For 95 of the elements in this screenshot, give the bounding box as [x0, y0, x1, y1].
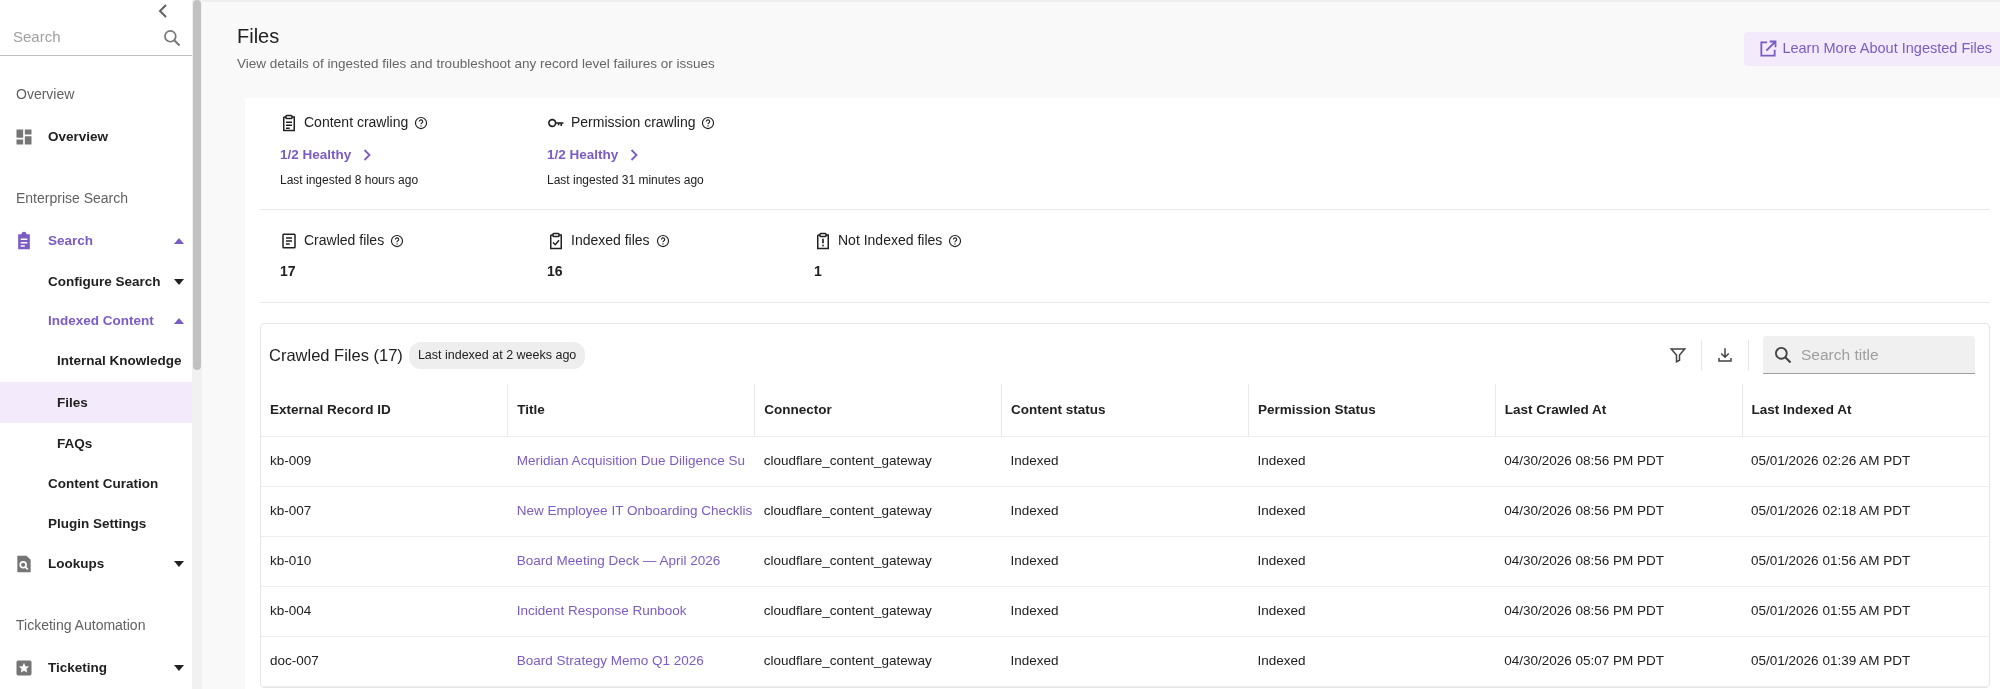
chevron-left-icon: [158, 4, 168, 18]
table-cell: 04/30/2026 08:56 PM PDT: [1495, 586, 1743, 637]
column-header[interactable]: External Record ID: [261, 384, 508, 437]
title-link[interactable]: Incident Response Runbook: [507, 586, 755, 637]
title-link[interactable]: New Employee IT Onboarding Checklis: [507, 486, 755, 537]
column-header[interactable]: Permission Status: [1248, 384, 1496, 437]
table-cell: 04/30/2026 08:56 PM PDT: [1495, 486, 1743, 537]
learn-more-button[interactable]: Learn More About Ingested Files: [1744, 32, 2000, 66]
last-indexed-badge: Last indexed at 2 weeks ago: [408, 341, 586, 369]
table-cell: 05/01/2026 02:26 AM PDT: [1742, 436, 1989, 487]
title-link[interactable]: Board Meeting Deck — April 2026: [507, 536, 755, 587]
document-search-icon: [14, 554, 34, 575]
filter-icon: [1669, 346, 1687, 365]
table-cell: kb-009: [261, 436, 508, 487]
table-cell: Indexed: [1001, 636, 1249, 687]
table-cell: 05/01/2026 01:39 AM PDT: [1742, 636, 1989, 687]
table-cell: Indexed: [1001, 536, 1249, 587]
title-link[interactable]: Meridian Acquisition Due Diligence Su: [507, 436, 755, 487]
search-field[interactable]: Search title: [1763, 336, 1975, 375]
column-header[interactable]: Title: [507, 384, 755, 437]
table-cell: kb-010: [261, 536, 508, 587]
stat-label: Not Indexed files: [838, 231, 943, 251]
collapse-button[interactable]: [158, 4, 168, 18]
search-field[interactable]: Search: [0, 22, 192, 56]
table-cell: 04/30/2026 05:07 PM PDT: [1495, 636, 1743, 687]
health-link[interactable]: 1/2 Healthy: [280, 145, 372, 166]
sidebar-item[interactable]: Content Curation: [0, 464, 192, 505]
scrollbar[interactable]: [192, 0, 202, 689]
page-title: Files: [237, 24, 281, 48]
table-cell: cloudflare_content_gateway: [754, 636, 1002, 687]
title-link[interactable]: Board Strategy Memo Q1 2026: [507, 636, 755, 687]
last-ingested-text: Last ingested 8 hours ago: [280, 172, 420, 190]
table-cell: Indexed: [1001, 436, 1249, 487]
table-cell: Indexed: [1248, 436, 1496, 487]
document-lines-icon: [280, 231, 298, 250]
table-cell: Indexed: [1248, 636, 1496, 687]
count-value: 16: [547, 262, 564, 282]
sidebar-item[interactable]: Internal Knowledge: [0, 340, 192, 383]
sidebar-item[interactable]: Files: [0, 382, 192, 424]
chevron-right-icon: [630, 149, 639, 162]
table-cell: cloudflare_content_gateway: [754, 586, 1002, 637]
help-icon[interactable]: [414, 115, 429, 130]
alert-clipboard-icon: [814, 231, 832, 250]
help-icon[interactable]: [655, 233, 670, 248]
external-link-icon: [1758, 38, 1779, 59]
sidebar-item[interactable]: Ticketing: [0, 647, 192, 689]
table-cell: 04/30/2026 08:56 PM PDT: [1495, 436, 1743, 487]
table-cell: Indexed: [1001, 586, 1249, 637]
section-heading: Overview: [15, 84, 76, 104]
table-cell: Indexed: [1248, 586, 1496, 637]
table-cell: kb-007: [261, 486, 508, 537]
clipboard-check-icon: [547, 231, 565, 250]
last-ingested-text: Last ingested 31 minutes ago: [547, 172, 705, 190]
table-cell: cloudflare_content_gateway: [754, 436, 1002, 487]
stat-label: Content crawling: [304, 113, 409, 132]
column-header[interactable]: Last Indexed At: [1742, 384, 1989, 437]
help-icon[interactable]: [390, 233, 405, 248]
table-cell: Indexed: [1248, 536, 1496, 587]
sidebar-item[interactable]: Search: [0, 220, 192, 263]
health-link[interactable]: 1/2 Healthy: [547, 145, 639, 166]
stat-label: Permission crawling: [571, 113, 696, 132]
chevron-right-icon: [363, 149, 372, 162]
table-cell: 05/01/2026 01:56 AM PDT: [1742, 536, 1989, 587]
table-cell: Indexed: [1001, 486, 1249, 537]
table-cell: Indexed: [1248, 486, 1496, 537]
sidebar-item[interactable]: Overview: [0, 116, 192, 158]
sidebar-item[interactable]: Configure Search: [0, 262, 192, 302]
dashboard-icon: [14, 127, 34, 148]
sidebar-item[interactable]: Indexed Content: [0, 301, 192, 341]
table-cell: doc-007: [261, 636, 508, 687]
sidebar-item[interactable]: Plugin Settings: [0, 504, 192, 544]
table-title: Crawled Files (17): [269, 344, 403, 366]
search-icon: [162, 28, 182, 48]
table-cell: 05/01/2026 01:55 AM PDT: [1742, 586, 1989, 637]
count-value: 1: [814, 262, 823, 282]
stat-label: Indexed files: [571, 231, 650, 251]
table-cell: kb-004: [261, 586, 508, 637]
page-subtitle: View details of ingested files and troubleshoot any record level failures or issues: [237, 55, 715, 73]
table-cell: cloudflare_content_gateway: [754, 536, 1002, 587]
table-cell: cloudflare_content_gateway: [754, 486, 1002, 537]
table-cell: 04/30/2026 08:56 PM PDT: [1495, 536, 1743, 587]
help-icon[interactable]: [701, 115, 716, 130]
column-header[interactable]: Last Crawled At: [1495, 384, 1743, 437]
column-header[interactable]: Content status: [1001, 384, 1249, 437]
stat-label: Crawled files: [304, 231, 385, 251]
clipboard-list-icon: [280, 113, 298, 132]
sidebar-item[interactable]: Lookups: [0, 543, 192, 585]
count-value: 17: [280, 262, 297, 282]
download-icon: [1716, 346, 1734, 365]
section-heading: Enterprise Search: [15, 188, 130, 208]
help-icon[interactable]: [948, 233, 963, 248]
table-cell: 05/01/2026 02:18 AM PDT: [1742, 486, 1989, 537]
sidebar-item[interactable]: FAQs: [0, 423, 192, 465]
section-heading: Ticketing Automation: [15, 615, 147, 635]
column-header[interactable]: Connector: [754, 384, 1002, 437]
